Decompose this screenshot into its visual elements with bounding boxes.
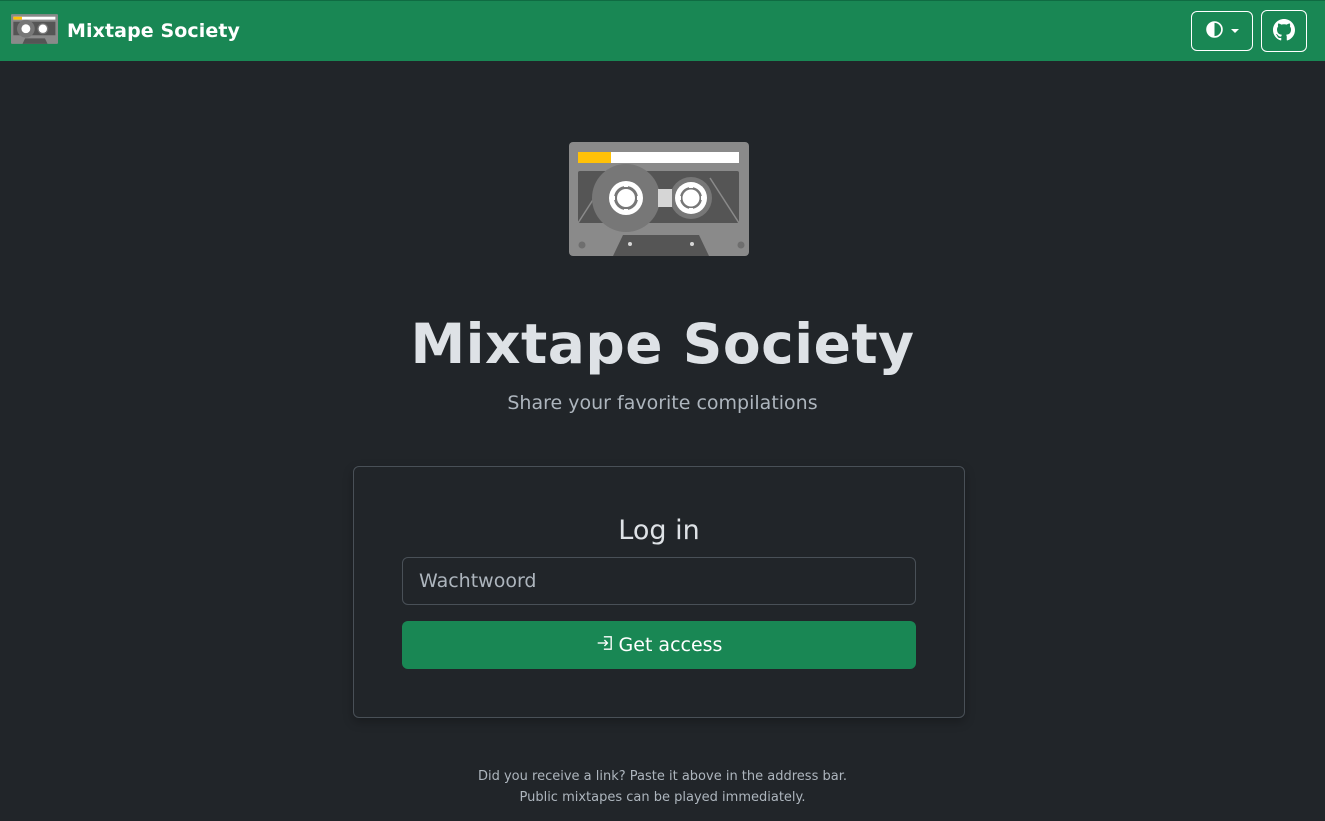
cassette-icon — [11, 14, 58, 48]
brand-title: Mixtape Society — [67, 20, 241, 42]
navbar-actions — [1191, 10, 1307, 52]
footer-line-2: Public mixtapes can be played immediatel… — [519, 790, 806, 805]
github-button[interactable] — [1261, 10, 1307, 52]
footer-line-1: Did you receive a link? Paste it above i… — [477, 769, 847, 784]
login-arrow-icon — [596, 634, 614, 657]
chevron-down-icon — [1230, 29, 1239, 33]
hero-subtitle: Share your favorite compilations — [507, 392, 818, 414]
login-card: Log in Get access — [353, 466, 965, 718]
get-access-label: Get access — [618, 634, 723, 656]
navbar: Mixtape Society — [0, 0, 1325, 61]
hero-cassette-icon — [569, 142, 749, 260]
half-circle-icon — [1205, 21, 1223, 41]
password-input[interactable] — [402, 557, 916, 605]
hero-title: Mixtape Society — [410, 312, 915, 376]
footer-note: Did you receive a link? Paste it above i… — [0, 766, 1325, 808]
github-icon — [1273, 18, 1295, 44]
get-access-button[interactable]: Get access — [402, 621, 916, 669]
login-heading: Log in — [618, 515, 700, 546]
navbar-brand[interactable]: Mixtape Society — [11, 14, 240, 48]
theme-toggle-button[interactable] — [1191, 11, 1253, 51]
